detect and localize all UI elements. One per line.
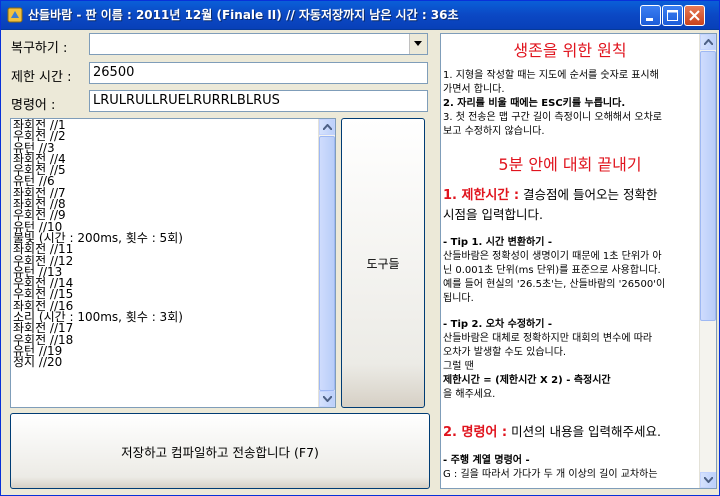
command-label: 명령어 : xyxy=(11,98,56,113)
rule-3-line-2: 보고 수정하지 않습니다. xyxy=(443,126,545,137)
scroll-down-button[interactable] xyxy=(319,391,335,407)
command-listbox[interactable]: 좌회전 //1 우회전 //2 유턴 //3 좌회전 //4 우회전 //5 유턴 //6… xyxy=(10,118,336,408)
scroll-thumb[interactable] xyxy=(319,136,335,391)
rule-1-line-2: 가면서 합니다. xyxy=(443,84,505,95)
command-input[interactable]: LRULRULLRUELRURRLBLRUS xyxy=(89,90,428,112)
restore-label: 복구하기 : xyxy=(11,41,68,56)
help-scroll-down-button[interactable] xyxy=(700,472,716,488)
section-1-head: 1. 제한시간 : xyxy=(443,188,520,203)
help-content: 생존을 위한 원칙 1. 지형을 작성할 때는 지도에 순서를 숫자로 표시해 … xyxy=(441,34,699,482)
help-title-finish: 5분 안에 대회 끝내기 xyxy=(498,155,642,174)
scroll-up-button[interactable] xyxy=(319,119,335,135)
help-title-principles: 생존을 위한 원칙 xyxy=(513,41,627,60)
minimize-icon xyxy=(646,18,653,21)
minimize-button[interactable] xyxy=(640,5,661,26)
command-line-1: G : 길을 따라서 가다가 두 개 이상의 길이 교차하는 xyxy=(443,469,658,480)
help-scroll-thumb[interactable] xyxy=(700,51,716,321)
section-2-text: 미션의 내용을 입력해주세요. xyxy=(507,424,662,439)
maximize-button[interactable] xyxy=(662,5,683,26)
section-1-text-2: 시점을 입력합니다. xyxy=(443,207,543,222)
tip-1-line-1: 산들바람은 정확성이 생명이기 때문에 1초 단위가 아 xyxy=(443,251,662,262)
command-list: 좌회전 //1 우회전 //2 유턴 //3 좌회전 //4 우회전 //5 유턴 //6… xyxy=(13,119,318,369)
rule-3-line-1: 3. 첫 전송은 맵 구간 길이 측정이니 오해해서 오차로 xyxy=(443,112,662,123)
tip-1-title: - Tip 1. 시간 변환하기 - xyxy=(443,237,553,248)
chevron-down-icon xyxy=(704,477,713,483)
help-scroll-up-button[interactable] xyxy=(700,34,716,50)
list-scrollbar[interactable] xyxy=(318,119,335,407)
list-item[interactable]: 우회전 //2 xyxy=(13,130,318,142)
tip-2-line-2: 오차가 발생할 수도 있습니다. xyxy=(443,347,567,358)
close-icon xyxy=(689,10,700,21)
tip-2-line-1: 산들바람은 대체로 정확하지만 대회의 변수에 따라 xyxy=(443,333,653,344)
save-compile-send-button[interactable]: 저장하고 컴파일하고 전송합니다 (F7) xyxy=(10,413,430,489)
time-limit-input[interactable]: 26500 xyxy=(89,62,428,84)
combo-dropdown-button[interactable] xyxy=(409,34,427,54)
client-area: 복구하기 : 제한 시간 : 26500 명령어 : LRULRULLRUELR… xyxy=(5,30,717,493)
app-window: 산들바람 - 판 이름 : 2011년 12월 (Finale II) // 자… xyxy=(0,0,720,496)
chevron-up-icon xyxy=(323,124,332,130)
tools-button[interactable]: 도구들 xyxy=(341,118,425,408)
restore-combobox[interactable] xyxy=(89,33,428,55)
window-title: 산들바람 - 판 이름 : 2011년 12월 (Finale II) // 자… xyxy=(28,8,459,22)
chevron-up-icon xyxy=(704,39,713,45)
tip-2-line-3: 그럴 땐 xyxy=(443,361,474,372)
list-item[interactable]: 우회전 //5 xyxy=(13,164,318,176)
tip-1-line-3: 예를 들어 현실의 '26.5초'는, 산들바람의 '26500'이 xyxy=(443,279,666,290)
title-bar[interactable]: 산들바람 - 판 이름 : 2011년 12월 (Finale II) // 자… xyxy=(1,1,719,30)
list-item[interactable]: 정지 //20 xyxy=(13,356,318,368)
command-section-title: - 주행 계열 명령어 - xyxy=(443,455,530,466)
section-1-line-1: 1. 제한시간 : 결승점에 들어오는 정확한 xyxy=(441,185,699,205)
tip-2-formula: 제한시간 = (제한시간 X 2) - 측정시간 xyxy=(443,375,611,386)
chevron-down-icon xyxy=(414,41,422,46)
tip-2-line-5: 을 해주세요. xyxy=(443,389,496,400)
section-1-text-1: 결승점에 들어오는 정확한 xyxy=(519,187,658,202)
tip-1-line-2: 닌 0.001초 단위(ms 단위)를 표준으로 사용합니다. xyxy=(443,265,661,276)
chevron-down-icon xyxy=(323,396,332,402)
close-button[interactable] xyxy=(684,5,705,26)
tip-1-line-4: 됩니다. xyxy=(443,293,474,304)
help-scrollbar[interactable] xyxy=(699,34,716,488)
section-2-head: 2. 명령어 : xyxy=(443,425,508,440)
rule-2: 2. 자리를 비울 때에는 ESC키를 누릅니다. xyxy=(443,98,626,109)
app-icon xyxy=(7,7,23,23)
time-limit-label: 제한 시간 : xyxy=(11,70,72,85)
section-2-line: 2. 명령어 : 미션의 내용을 입력해주세요. xyxy=(441,422,699,442)
tip-2-title: - Tip 2. 오차 수정하기 - xyxy=(443,319,553,330)
rule-1-line-1: 1. 지형을 작성할 때는 지도에 순서를 숫자로 표시해 xyxy=(443,70,659,81)
help-panel[interactable]: 생존을 위한 원칙 1. 지형을 작성할 때는 지도에 순서를 숫자로 표시해 … xyxy=(440,33,717,489)
maximize-icon xyxy=(667,10,678,21)
